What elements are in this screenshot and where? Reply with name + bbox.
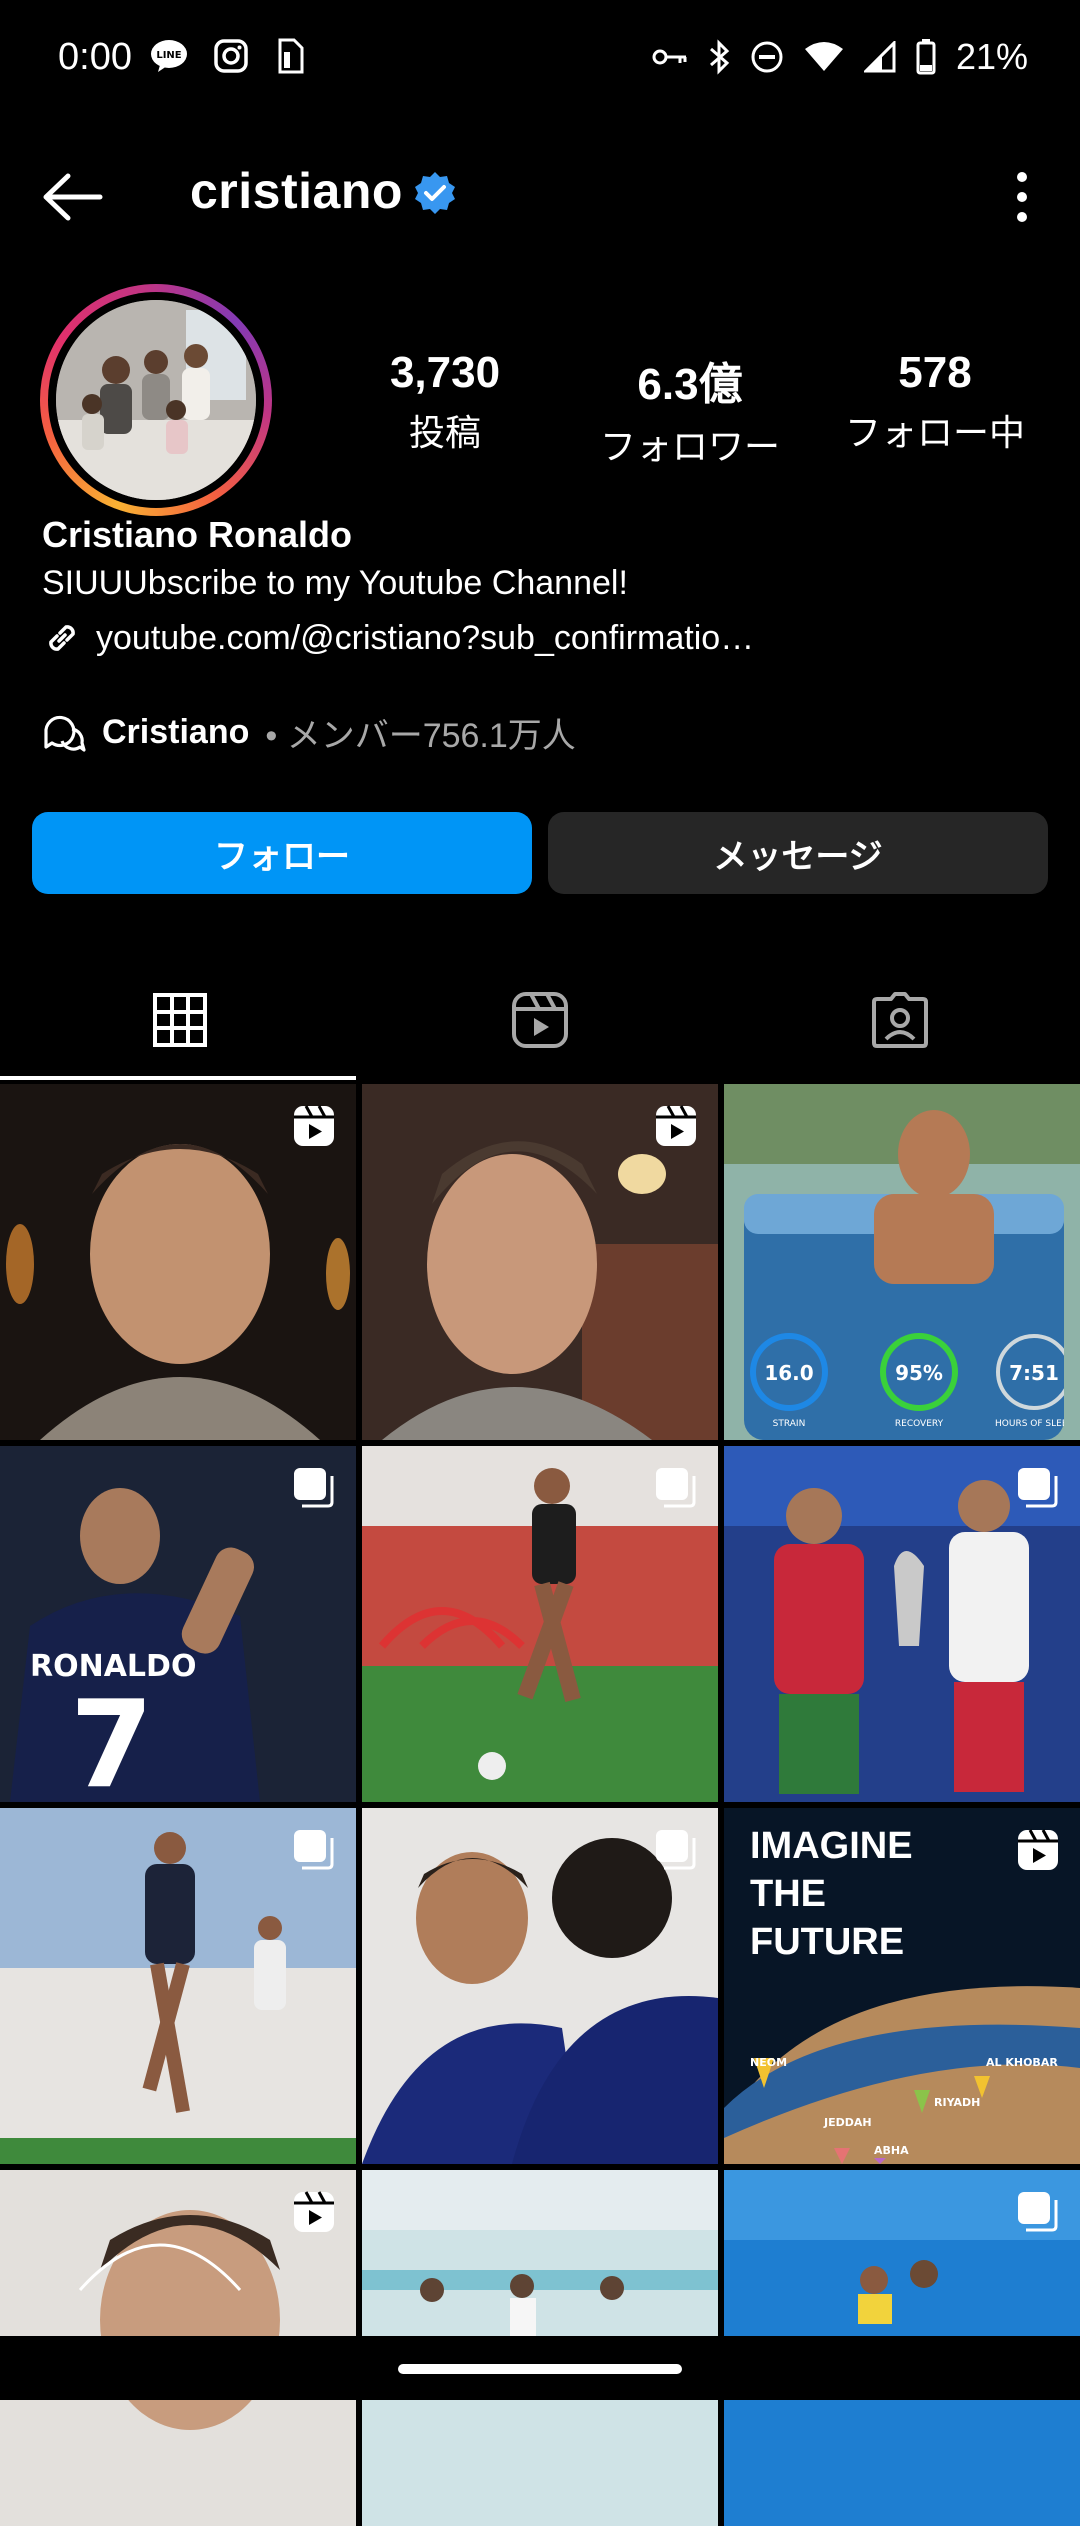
verified-badge-icon <box>415 172 455 214</box>
post-tile[interactable] <box>724 1446 1080 1802</box>
post-tile[interactable] <box>362 1084 718 1440</box>
reel-badge-icon <box>294 1105 334 1146</box>
carousel-badge-icon <box>1018 1468 1058 1508</box>
carousel-badge-icon <box>294 1468 334 1508</box>
post-tile[interactable] <box>0 1808 356 2164</box>
broadcast-channel[interactable]: Cristiano • メンバー756.1万人 <box>42 708 576 757</box>
profile-stats: 3,730 投稿 6.3億 フォロワー 578 フォロー中 <box>330 348 1050 470</box>
post-tile[interactable]: RONALDO 7 <box>0 1446 356 1802</box>
status-bar: 0:00 LINE 21% <box>0 0 1080 120</box>
tagged-icon <box>872 992 928 1048</box>
active-tab-indicator <box>0 1076 356 1080</box>
bio-link[interactable]: youtube.com/@cristiano?sub_confirmatio… <box>42 614 1042 662</box>
profile-bio: Cristiano Ronaldo SIUUUbscribe to my You… <box>42 514 1042 662</box>
bio-text: SIUUUbscribe to my Youtube Channel! <box>42 564 628 602</box>
do-not-disturb-icon <box>751 41 783 73</box>
more-options-icon[interactable] <box>1002 162 1042 232</box>
avatar-photo <box>56 300 256 500</box>
home-gesture-handle[interactable] <box>398 2364 682 2374</box>
stat-label: 投稿 <box>408 412 481 453</box>
bio-link-text: youtube.com/@cristiano?sub_confirmatio… <box>96 618 755 657</box>
link-icon <box>49 625 75 651</box>
battery-icon <box>916 39 936 75</box>
channel-member-count: • メンバー756.1万人 <box>265 717 576 755</box>
back-arrow-icon[interactable] <box>38 164 108 230</box>
battery-percent: 21% <box>955 36 1028 77</box>
grid-icon <box>153 993 207 1047</box>
channel-icon <box>44 715 86 752</box>
instagram-icon <box>214 39 248 73</box>
sim-icon <box>278 38 304 74</box>
post-tile[interactable] <box>362 1446 718 1802</box>
profile-header: cristiano <box>0 140 1080 250</box>
profile-display-name: Cristiano Ronaldo <box>42 514 353 555</box>
stat-followers[interactable]: 6.3億 フォロワー <box>575 348 805 470</box>
tab-posts-grid[interactable] <box>0 960 360 1080</box>
wifi-icon <box>804 42 843 71</box>
map-label: JEDDAH <box>823 2116 872 2129</box>
bluetooth-icon <box>709 39 730 75</box>
profile-tabs <box>0 960 1080 1080</box>
stats-overlay: 16.0 95% 7:51 STRAIN RECOVERY HOURS OF S… <box>750 1333 1064 1429</box>
post-overlay-text: IMAGINE THE FUTURE <box>750 1825 913 1963</box>
reel-badge-icon <box>1018 1829 1058 1870</box>
follow-button[interactable]: フォロー <box>32 812 532 894</box>
profile-username: cristiano <box>190 163 403 219</box>
carousel-badge-icon <box>656 1830 696 1870</box>
stat-value: 578 <box>898 348 972 397</box>
svg-text:7: 7 <box>70 1676 154 1802</box>
stat-following[interactable]: 578 フォロー中 <box>820 348 1050 470</box>
post-tile[interactable] <box>362 1808 718 2164</box>
tab-tagged[interactable] <box>720 960 1080 1080</box>
channel-name: Cristiano <box>102 713 250 751</box>
map-label: NEOM <box>750 2056 787 2069</box>
message-button[interactable]: メッセージ <box>548 812 1048 894</box>
signal-icon <box>863 41 896 73</box>
sleep-value: 7:51 <box>1009 1361 1059 1385</box>
map-label: ABHA <box>874 2144 909 2157</box>
status-left-icons: LINE <box>150 38 304 74</box>
stat-label: フォロワー <box>599 426 780 467</box>
stat-value: 6.3億 <box>637 360 743 409</box>
recovery-label: RECOVERY <box>895 1419 944 1429</box>
tab-reels[interactable] <box>360 960 720 1080</box>
carousel-badge-icon <box>1018 2192 1058 2232</box>
status-time: 0:00 <box>58 36 132 78</box>
reels-icon <box>512 992 568 1048</box>
recovery-value: 95% <box>895 1361 943 1385</box>
post-tile[interactable] <box>0 1084 356 1440</box>
map-label: AL KHOBAR <box>986 2056 1058 2069</box>
sleep-label: HOURS OF SLEEP <box>995 1419 1064 1429</box>
key-icon <box>652 49 687 65</box>
strain-label: STRAIN <box>773 1419 806 1429</box>
map-label: RIYADH <box>934 2096 980 2109</box>
svg-text:LINE: LINE <box>156 50 181 61</box>
reel-badge-icon <box>656 1105 696 1146</box>
strain-value: 16.0 <box>764 1361 813 1385</box>
carousel-badge-icon <box>656 1468 696 1508</box>
profile-avatar[interactable] <box>40 284 272 516</box>
stat-posts[interactable]: 3,730 投稿 <box>330 348 560 470</box>
stat-value: 3,730 <box>389 348 501 397</box>
line-icon: LINE <box>151 40 187 72</box>
post-tile[interactable]: 16.0 95% 7:51 STRAIN RECOVERY HOURS OF S… <box>724 1084 1080 1440</box>
carousel-badge-icon <box>294 1830 334 1870</box>
stat-label: フォロー中 <box>844 412 1025 453</box>
reel-badge-icon <box>294 2191 334 2232</box>
post-tile[interactable]: NEOM AL KHOBAR RIYADH JEDDAH ABHA IMAGIN… <box>724 1808 1080 2164</box>
status-right-icons: 21% <box>652 36 1028 78</box>
